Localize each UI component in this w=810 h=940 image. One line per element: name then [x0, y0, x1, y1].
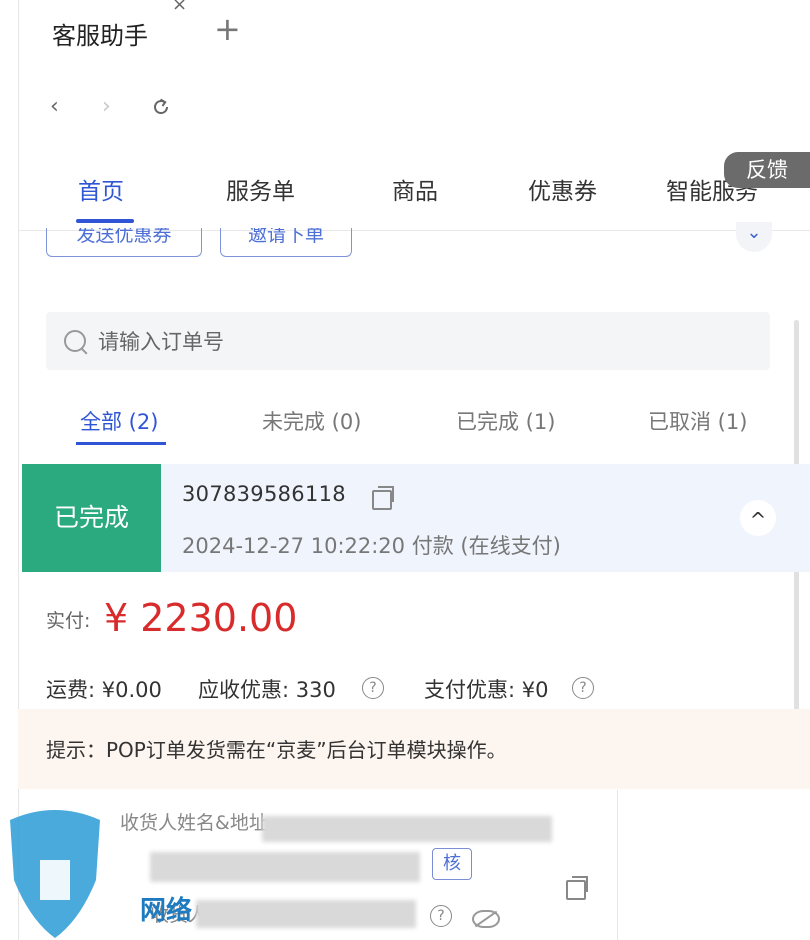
payment-discount: 支付优惠: ¥0	[424, 678, 549, 702]
forward-icon[interactable]: ›	[102, 94, 111, 119]
notice-text: 提示：POP订单发货需在“京麦”后台订单模块操作。	[46, 738, 507, 762]
order-number: 307839586118	[182, 482, 346, 506]
verify-tag[interactable]: 核	[432, 848, 472, 880]
hidden-eye-icon[interactable]	[472, 910, 500, 928]
receivable-discount-help-icon[interactable]: ?	[362, 677, 384, 699]
search-icon	[64, 330, 86, 352]
expand-actions-icon[interactable]: ⌄	[736, 222, 772, 252]
reload-icon[interactable]	[150, 96, 172, 118]
masked-address	[262, 816, 552, 842]
collapse-order-icon[interactable]: ^	[740, 500, 776, 536]
left-border	[18, 0, 19, 940]
order-payment-time: 2024-12-27 10:22:20 付款 (在线支付)	[182, 534, 561, 558]
filter-tab-cancelled[interactable]: 已取消 (1)	[648, 406, 747, 436]
feedback-button[interactable]: 反馈	[724, 152, 810, 188]
watermark-text: 网络	[140, 896, 193, 926]
order-status-badge: 已完成	[22, 464, 161, 572]
invite-order-button[interactable]: 邀请下单	[220, 228, 352, 257]
masked-name	[150, 852, 420, 882]
shipping-fee: 运费: ¥0.00	[46, 678, 162, 702]
filter-tab-completed[interactable]: 已完成 (1)	[456, 406, 555, 436]
copy-order-number-icon[interactable]	[372, 486, 394, 510]
shield-watermark-icon	[10, 810, 100, 938]
receivable-discount: 应收优惠: 330	[198, 678, 336, 702]
back-icon[interactable]: ‹	[50, 94, 59, 119]
tab-coupons[interactable]: 优惠券	[528, 172, 597, 206]
tab-home[interactable]: 首页	[78, 172, 124, 206]
paid-label: 实付:	[46, 610, 91, 632]
filter-tab-all[interactable]: 全部 (2)	[80, 406, 158, 436]
filter-tab-indicator	[76, 442, 166, 445]
paid-amount: ¥ 2230.00	[104, 596, 298, 640]
filter-tab-incomplete[interactable]: 未完成 (0)	[262, 406, 361, 436]
masked-phone	[196, 900, 416, 928]
tab-products[interactable]: 商品	[392, 172, 438, 206]
close-tab-icon[interactable]: ×	[172, 0, 187, 15]
order-search-input[interactable]	[96, 324, 740, 360]
send-coupon-button[interactable]: 发送优惠券	[46, 228, 202, 257]
tab-service-orders[interactable]: 服务单	[226, 172, 295, 206]
receiver-name-address-label: 收货人姓名&地址	[120, 812, 268, 834]
payment-discount-help-icon[interactable]: ?	[572, 677, 594, 699]
copy-address-icon[interactable]	[566, 876, 588, 900]
phone-help-icon[interactable]: ?	[430, 905, 452, 927]
new-tab-icon[interactable]: +	[214, 10, 241, 48]
receiver-divider	[617, 790, 618, 940]
active-tab-indicator	[76, 219, 134, 223]
tab-customer-service-assistant[interactable]: 客服助手	[52, 16, 148, 51]
